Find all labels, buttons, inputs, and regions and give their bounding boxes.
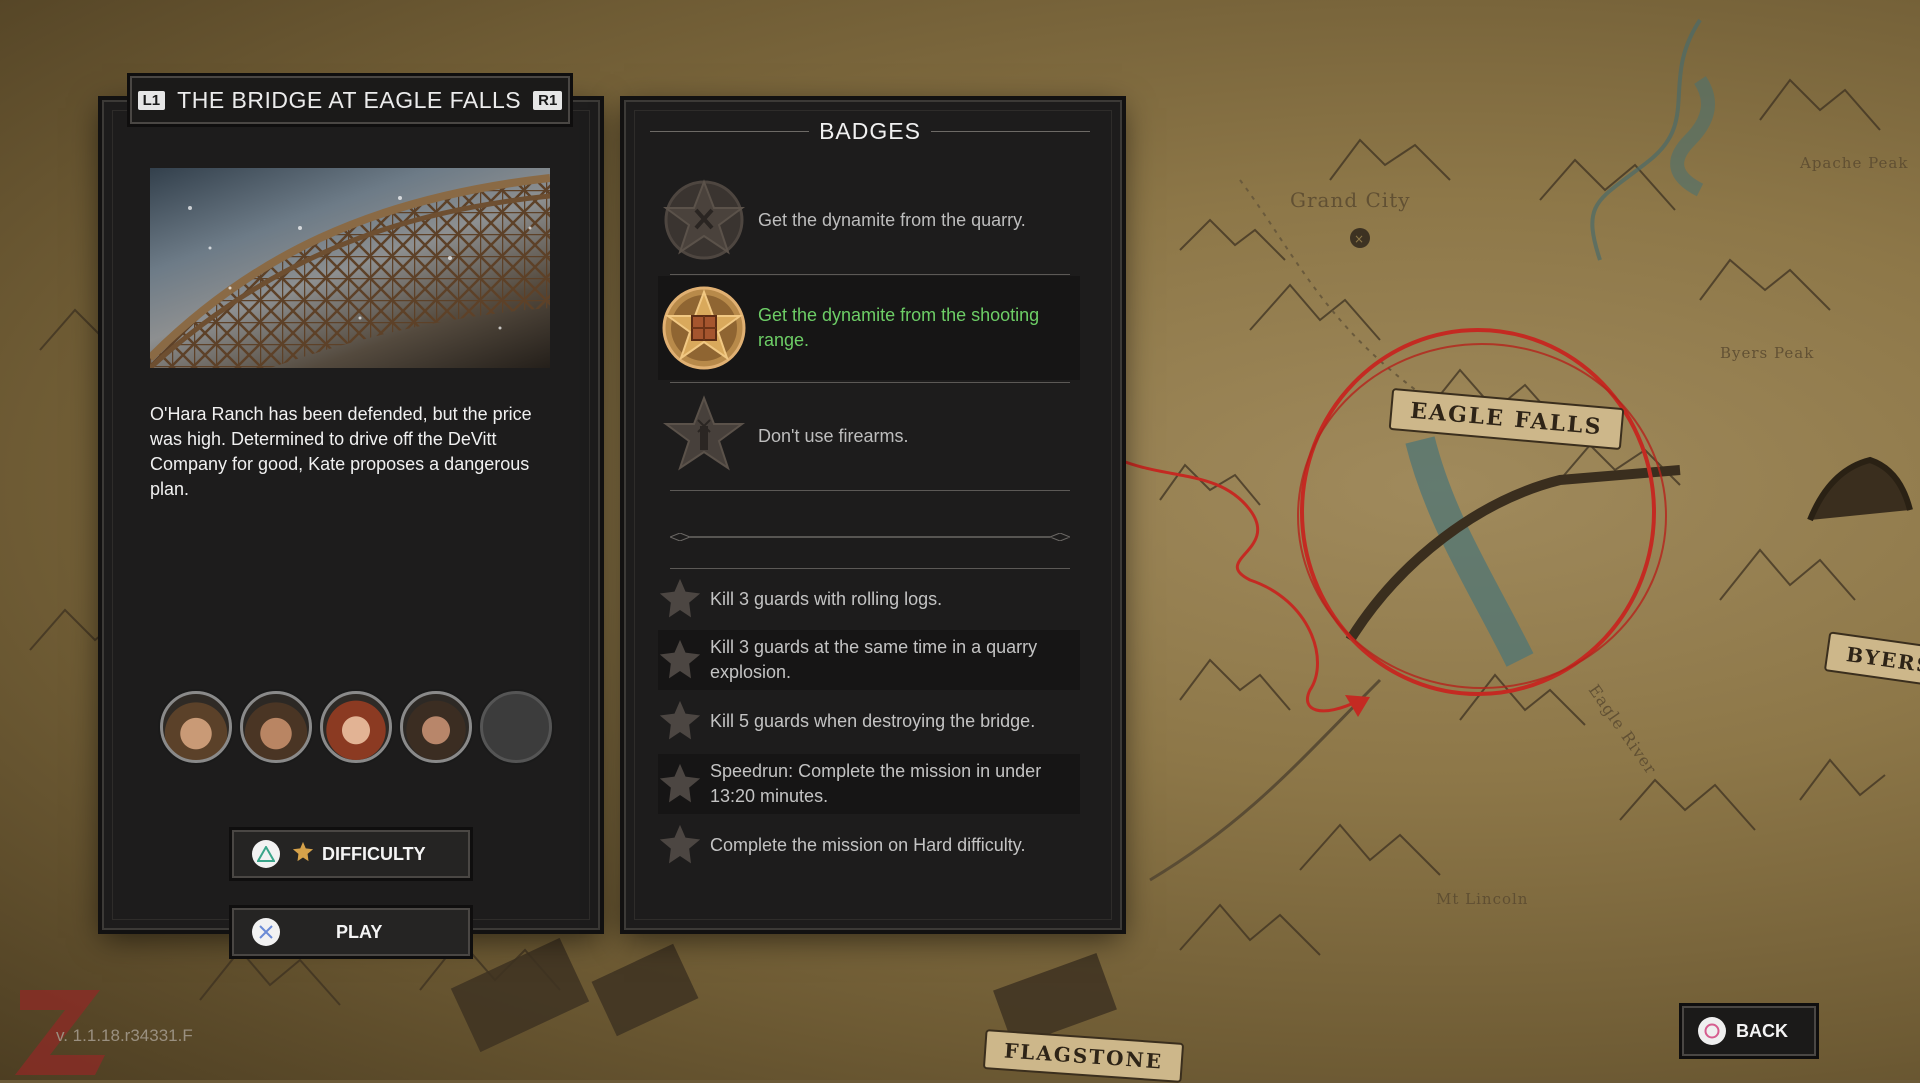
mission-description: O'Hara Ranch has been defended, but the … — [150, 404, 532, 499]
star-icon — [659, 639, 701, 679]
divider — [670, 568, 1070, 569]
optional-badge-item[interactable]: Kill 5 guards when destroying the bridge… — [658, 692, 1080, 750]
badge-item[interactable]: Don't use firearms. — [658, 384, 1080, 488]
sheriff-star-badge-icon — [662, 395, 746, 471]
version-text: v. 1.1.18.r34331.F — [56, 1026, 193, 1045]
divider — [670, 274, 1070, 275]
divider — [930, 130, 1090, 132]
badge-text: Don't use firearms. — [758, 425, 909, 446]
circle-button-icon — [1698, 1017, 1726, 1045]
play-label: PLAY — [336, 921, 383, 942]
star-icon — [659, 578, 701, 618]
badge-text: Get the dynamite from the quarry. — [758, 209, 1026, 230]
next-mission-button[interactable]: R1 — [533, 90, 563, 110]
sheriff-star-badge-icon — [662, 286, 746, 370]
divider — [670, 490, 1070, 491]
map-label-apache-peak: Apache Peak — [1800, 154, 1909, 172]
optional-badge-item[interactable]: Complete the mission on Hard difficulty. — [658, 816, 1080, 874]
star-icon — [659, 824, 701, 864]
cross-button-icon — [252, 918, 280, 946]
cowboy-hat-portrait[interactable] — [160, 691, 232, 763]
optional-badge-item[interactable]: Kill 3 guards with rolling logs. — [658, 570, 1080, 628]
difficulty-star-icon — [292, 841, 314, 868]
optional-badge-text: Kill 3 guards at the same time in a quar… — [710, 637, 1038, 682]
difficulty-label: DIFFICULTY — [322, 843, 426, 864]
badge-item-earned[interactable]: Get the dynamite from the shooting range… — [658, 276, 1080, 380]
triangle-button-icon — [252, 840, 280, 868]
older-bearded-man-portrait[interactable] — [400, 691, 472, 763]
badges-header: BADGES — [640, 116, 1100, 146]
ornament-divider — [668, 528, 1072, 542]
badges-title: BADGES — [819, 117, 921, 144]
back-button[interactable]: BACK — [1682, 1006, 1816, 1056]
optional-badge-item[interactable]: Speedrun: Complete the mission in under … — [658, 754, 1080, 814]
star-icon — [659, 763, 701, 803]
map-label-mt-lincoln: Mt Lincoln — [1436, 890, 1529, 908]
mission-header: L1 THE BRIDGE AT EAGLE FALLS R1 — [130, 76, 570, 124]
star-icon — [659, 700, 701, 740]
mission-title: THE BRIDGE AT EAGLE FALLS — [177, 86, 522, 113]
svg-text:×: × — [1354, 232, 1364, 246]
empty-portrait-slot — [480, 691, 552, 763]
red-haired-woman-portrait[interactable] — [320, 691, 392, 763]
divider — [650, 130, 810, 132]
divider — [670, 382, 1070, 383]
map-label-grand-city: Grand City — [1290, 188, 1411, 212]
optional-badge-item[interactable]: Kill 3 guards at the same time in a quar… — [658, 630, 1080, 690]
back-label: BACK — [1736, 1020, 1788, 1041]
sheriff-star-badge-icon — [662, 179, 746, 260]
bearded-man-portrait[interactable] — [240, 691, 312, 763]
optional-badge-text: Kill 3 guards with rolling logs. — [710, 588, 943, 609]
map-label-byers-peak: Byers Peak — [1720, 344, 1815, 362]
badge-text: Get the dynamite from the shooting range… — [758, 305, 1040, 350]
prev-mission-button[interactable]: L1 — [137, 90, 166, 110]
optional-badge-text: Speedrun: Complete the mission in under … — [710, 761, 1042, 806]
mission-preview-image — [150, 168, 550, 368]
badge-item[interactable]: Get the dynamite from the quarry. — [658, 168, 1080, 272]
play-button[interactable]: PLAY — [232, 908, 470, 956]
difficulty-button[interactable]: DIFFICULTY — [232, 830, 470, 878]
optional-badge-text: Complete the mission on Hard difficulty. — [710, 834, 1026, 855]
optional-badge-text: Kill 5 guards when destroying the bridge… — [710, 710, 1036, 731]
squad-portraits — [160, 691, 552, 763]
